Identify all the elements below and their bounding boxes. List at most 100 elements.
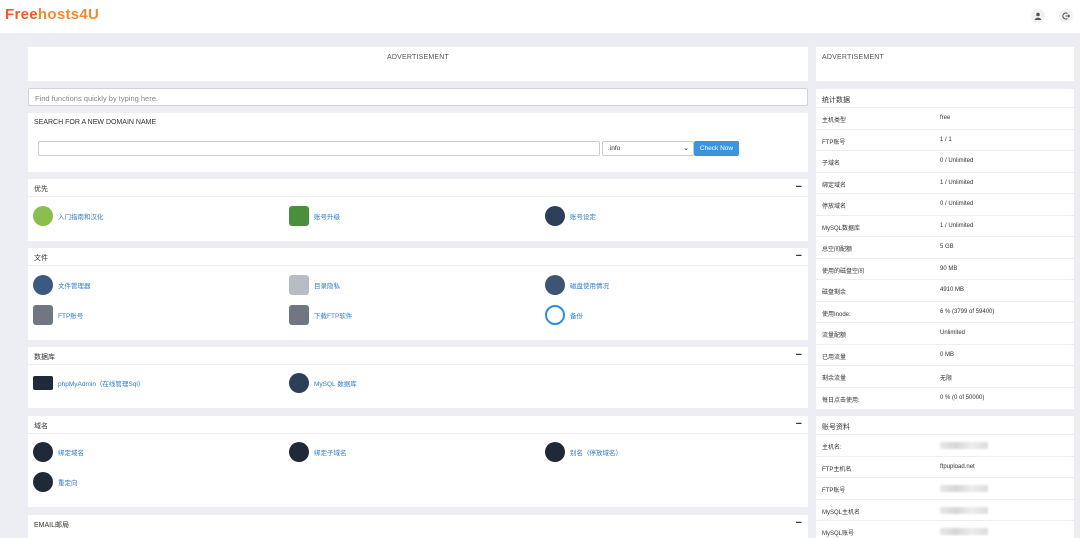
stat-value: 0 / Unlimited <box>940 201 974 207</box>
stat-value: 无限 <box>940 376 953 382</box>
stat-key: 子域名 <box>822 161 841 167</box>
stat-value: 4910 MB <box>940 287 965 293</box>
check-now-button[interactable]: Check Now <box>694 141 739 156</box>
item-label: FTP账号 <box>58 313 84 320</box>
item-download-ftp[interactable]: 下载FTP软件 <box>289 305 352 325</box>
directory-privacy-icon <box>289 275 309 295</box>
section-title: 数据库 <box>34 354 55 361</box>
stat-row: 已用流量 0 MB <box>816 345 1074 366</box>
item-phpmyadmin[interactable]: phpMyAdmin（在线管理Sql） <box>33 373 144 393</box>
item-directory-privacy[interactable]: 目录隐私 <box>289 275 340 295</box>
stat-key: 使用的磁盘空间 <box>822 268 865 275</box>
stat-key: 磁盘剩余 <box>822 290 847 296</box>
item-upgrade[interactable]: 账号升级 <box>289 206 340 226</box>
stat-value: Unlimited <box>940 330 966 336</box>
account-row: 主机名: <box>816 435 1074 457</box>
section-header: 优先 − <box>28 179 808 197</box>
account-key: MySQL账号 <box>822 531 855 537</box>
item-label: MySQL 数据库 <box>314 381 357 388</box>
section-email: EMAIL邮局 − <box>28 515 808 538</box>
stats-header: 统计数据 <box>816 89 1074 108</box>
account-key: MySQL主机名 <box>822 509 861 516</box>
account-header: 账号资料 <box>816 416 1074 435</box>
subdomain-icon <box>289 442 309 462</box>
advertisement-right: ADVERTISEMENT <box>816 47 1074 81</box>
account-key: 主机名: <box>822 445 842 451</box>
domain-input[interactable] <box>38 141 600 156</box>
alias-icon <box>545 442 565 462</box>
stat-key: 总空间配额 <box>822 247 853 253</box>
item-label: 重定向 <box>58 480 78 487</box>
stat-row: 每日点击使用: 0 % (0 of 50000) <box>816 388 1074 410</box>
collapse-icon[interactable]: − <box>796 250 802 262</box>
account-title: 账号资料 <box>822 424 850 431</box>
item-label: 磁盘使用情况 <box>570 283 609 290</box>
logo-part2: hosts4U <box>37 6 100 23</box>
stat-value: 1 / 1 <box>940 136 952 143</box>
item-label: 账号升级 <box>314 214 340 221</box>
item-account-settings[interactable]: 账号设定 <box>545 206 596 226</box>
redirect-icon <box>33 472 53 492</box>
advertisement-label: ADVERTISEMENT <box>822 54 884 61</box>
stat-row: 使用Inode: 6 % (3799 of 59400) <box>816 302 1074 323</box>
item-ftp-accounts[interactable]: FTP账号 <box>33 305 83 325</box>
stat-row: 流量配额 Unlimited <box>816 323 1074 345</box>
collapse-icon[interactable]: − <box>796 517 802 529</box>
tld-selected-value: .info <box>608 145 621 152</box>
collapse-icon[interactable]: − <box>796 181 802 193</box>
stat-key: 绑定域名 <box>822 182 847 189</box>
redacted-value <box>940 442 988 449</box>
item-label: 备份 <box>570 313 583 320</box>
item-alias[interactable]: 别名（停放域名） <box>545 442 622 462</box>
section-domains: 域名 − 绑定域名 绑定子域名 别名（停放域名） 重定向 <box>28 416 808 507</box>
item-label: 绑定域名 <box>58 450 84 457</box>
stat-key: 使用Inode: <box>822 311 851 318</box>
domain-search-title: SEARCH FOR A NEW DOMAIN NAME <box>34 119 157 126</box>
stat-key: 每日点击使用: <box>822 397 860 404</box>
account-row: FTP账号 <box>816 478 1074 500</box>
stat-row: 子域名 0 / Unlimited <box>816 151 1074 173</box>
item-label: phpMyAdmin（在线管理Sql） <box>58 381 145 388</box>
stat-row: FTP账号 1 / 1 <box>816 130 1074 151</box>
item-getting-started[interactable]: 入门指南和汉化 <box>33 206 104 226</box>
stat-key: MySQL数据库 <box>822 225 861 232</box>
section-database: 数据库 − phpMyAdmin（在线管理Sql） MySQL 数据库 <box>28 347 808 408</box>
logout-icon[interactable] <box>1059 9 1073 23</box>
section-header: 域名 − <box>28 416 808 434</box>
stat-value: 1 / Unlimited <box>940 179 974 186</box>
stat-value: 1 / Unlimited <box>940 222 974 229</box>
stat-value: 0 % (0 of 50000) <box>940 394 985 401</box>
item-redirect[interactable]: 重定向 <box>33 472 78 492</box>
section-title: 文件 <box>34 255 48 262</box>
item-label: 文件管理器 <box>58 283 91 290</box>
redacted-value <box>940 485 988 492</box>
item-file-manager[interactable]: 文件管理器 <box>33 275 91 295</box>
stat-row: 使用的磁盘空间 90 MB <box>816 259 1074 280</box>
section-header: 数据库 − <box>28 347 808 365</box>
collapse-icon[interactable]: − <box>796 349 802 361</box>
stat-row: 剩余流量 无限 <box>816 366 1074 388</box>
tld-select[interactable]: .info ⌄ <box>602 141 694 156</box>
advertisement-left: ADVERTISEMENT <box>28 47 808 81</box>
stat-key: 停放域名 <box>822 204 847 210</box>
stat-value: 6 % (3799 of 59400) <box>940 308 995 315</box>
function-search-input[interactable]: Find functions quickly by typing here. <box>28 88 808 106</box>
item-addon-domain[interactable]: 绑定域名 <box>33 442 84 462</box>
item-disk-usage[interactable]: 磁盘使用情况 <box>545 275 609 295</box>
chevron-down-icon: ⌄ <box>683 145 689 152</box>
user-icon[interactable] <box>1031 9 1045 23</box>
stat-value: 5 GB <box>940 244 954 250</box>
collapse-icon[interactable]: − <box>796 418 802 430</box>
item-label: 入门指南和汉化 <box>58 214 104 221</box>
account-row: FTP主机名 ftpupload.net <box>816 457 1074 478</box>
stat-row: 磁盘剩余 4910 MB <box>816 280 1074 302</box>
account-key: FTP账号 <box>822 488 846 494</box>
getting-started-icon <box>33 206 53 226</box>
item-label: 别名（停放域名） <box>570 450 622 457</box>
logo[interactable]: Freehosts4U <box>5 6 99 23</box>
section-header: EMAIL邮局 − <box>28 515 808 533</box>
redacted-value <box>940 506 988 514</box>
item-mysql[interactable]: MySQL 数据库 <box>289 373 357 393</box>
item-backup[interactable]: 备份 <box>545 305 583 325</box>
item-subdomain[interactable]: 绑定子域名 <box>289 442 347 462</box>
